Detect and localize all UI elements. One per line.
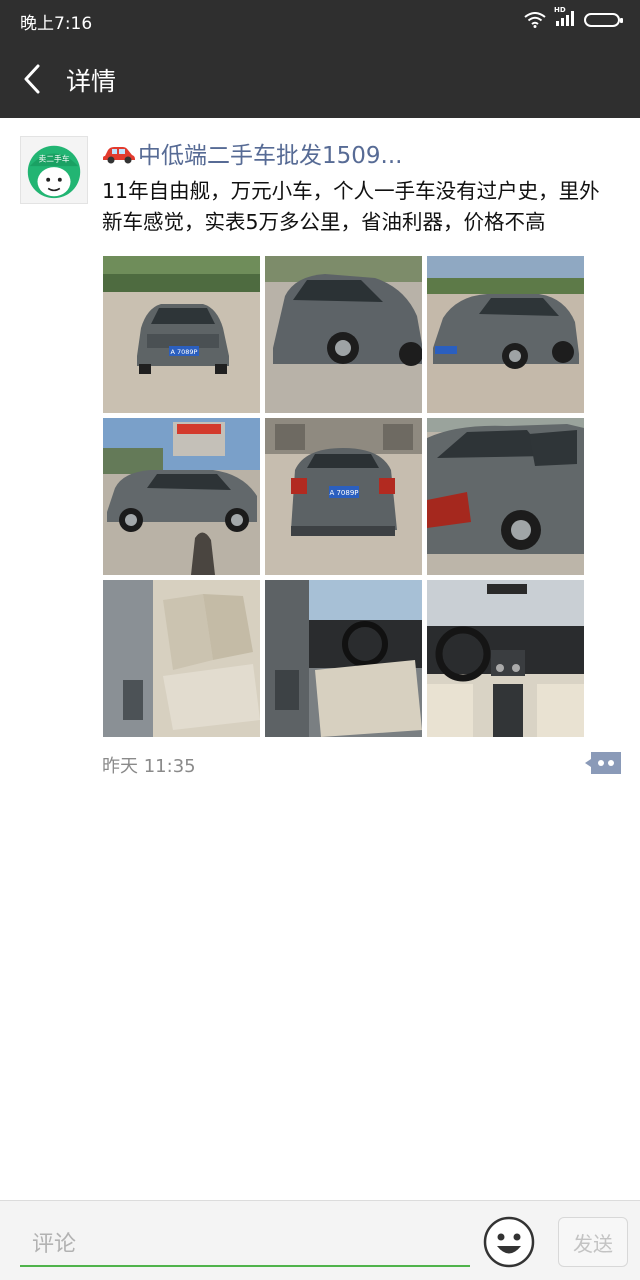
car-photo-image xyxy=(427,580,584,737)
nav-bar: 详情 xyxy=(0,40,640,118)
car-photo-image xyxy=(265,580,422,737)
photo-rear-right-view[interactable] xyxy=(427,418,584,575)
photo-front-side-view[interactable] xyxy=(265,256,422,413)
photo-front-view[interactable]: A 7089P xyxy=(103,256,260,413)
author-name[interactable]: 中低端二手车批发1509... xyxy=(102,136,402,170)
signal-indicator: HD xyxy=(554,6,576,30)
red-car-icon xyxy=(103,147,135,164)
car-photo-image xyxy=(103,580,260,737)
wifi-icon xyxy=(524,12,546,28)
comment-input[interactable] xyxy=(20,1223,470,1267)
photo-grid: A 7089P A 7089P xyxy=(103,256,585,737)
car-photo-image xyxy=(427,256,584,413)
car-photo-image xyxy=(103,418,260,575)
back-arrow-icon[interactable] xyxy=(18,60,48,98)
car-photo-image xyxy=(265,256,422,413)
avatar-caption: 卖二手车 xyxy=(38,153,69,163)
emoji-icon[interactable] xyxy=(482,1215,536,1269)
avatar-cartoon-icon: 卖二手车 xyxy=(21,137,87,203)
car-photo-image: A 7089P xyxy=(265,418,422,575)
battery-icon xyxy=(584,13,623,27)
author-name-text: 中低端二手车批发1509... xyxy=(138,143,403,169)
photo-driver-door-interior[interactable] xyxy=(265,580,422,737)
photo-rear-seat-interior[interactable] xyxy=(103,580,260,737)
avatar[interactable]: 卖二手车 xyxy=(20,136,88,204)
post-timestamp: 昨天 11:35 xyxy=(102,756,196,777)
post-text: 11年自由舰，万元小车，个人一手车没有过户史，里外新车感觉，实表5万多公里，省油… xyxy=(102,179,600,234)
send-button[interactable]: 发送 xyxy=(558,1217,628,1267)
car-photo-image xyxy=(427,418,584,575)
page-title: 详情 xyxy=(66,67,117,96)
comment-bar: 发送 xyxy=(0,1200,640,1280)
photo-front-right-view[interactable] xyxy=(427,256,584,413)
car-photo-image: A 7089P xyxy=(103,256,260,413)
license-plate-text: A 7089P xyxy=(171,348,198,356)
photo-dashboard-interior[interactable] xyxy=(427,580,584,737)
photo-rear-view[interactable]: A 7089P xyxy=(265,418,422,575)
network-label: HD xyxy=(554,6,566,14)
comment-more-icon[interactable] xyxy=(585,750,621,776)
photo-left-side-view[interactable] xyxy=(103,418,260,575)
status-bar: 晚上7:16 HD xyxy=(0,0,640,40)
license-plate-text: A 7089P xyxy=(329,489,358,497)
status-time: 晚上7:16 xyxy=(20,14,93,34)
status-icons: HD xyxy=(524,6,623,30)
